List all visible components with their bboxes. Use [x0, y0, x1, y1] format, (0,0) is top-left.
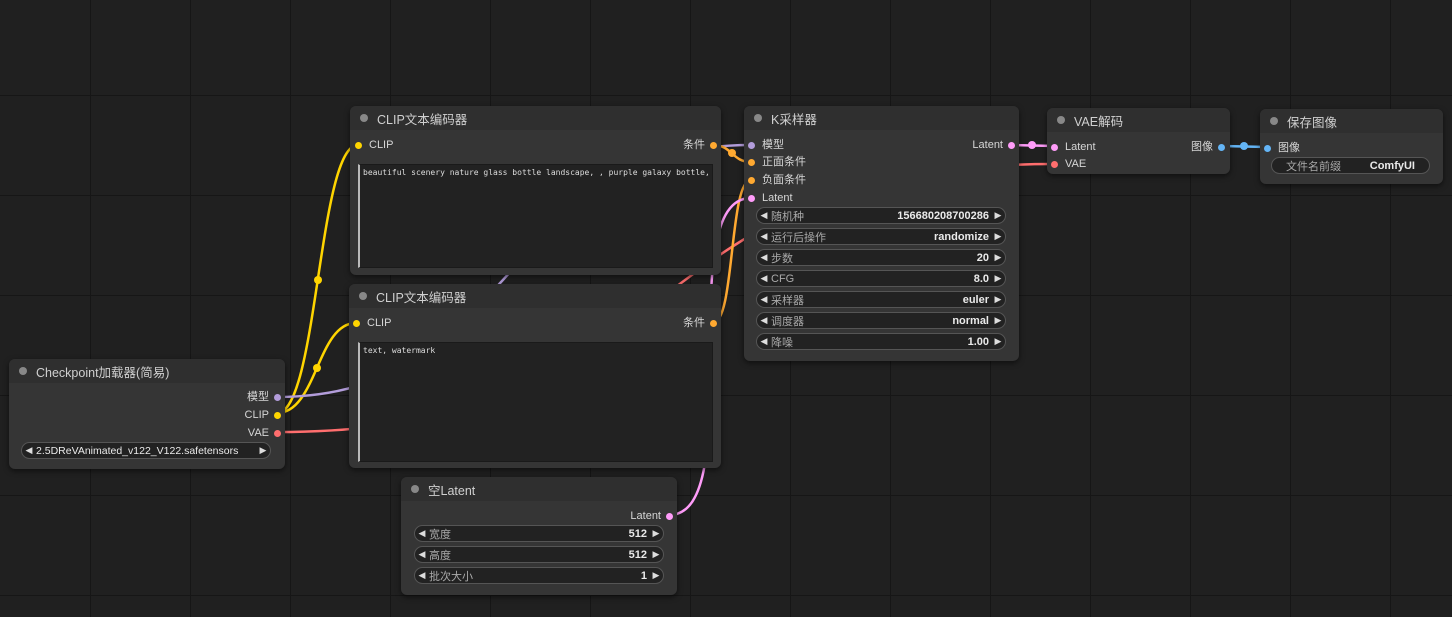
- sampler-widget[interactable]: ◀ 采样器 euler ▶: [756, 291, 1006, 308]
- node-header[interactable]: K采样器: [744, 106, 1019, 130]
- output-model[interactable]: 模型: [247, 391, 281, 403]
- slot-dot-icon[interactable]: [1051, 143, 1058, 151]
- arrow-left-icon[interactable]: ◀: [757, 294, 771, 305]
- output-vae[interactable]: VAE: [248, 427, 281, 439]
- collapse-dot-icon[interactable]: [19, 367, 27, 375]
- node-header[interactable]: Checkpoint加载器(简易): [9, 359, 285, 383]
- ckpt-name-combo[interactable]: ◀ 2.5DReVAnimated_v122_V122.safetensors …: [21, 442, 271, 459]
- control-after-generate-widget[interactable]: ◀ 运行后操作 randomize ▶: [756, 228, 1006, 245]
- output-latent[interactable]: Latent: [630, 510, 673, 522]
- collapse-dot-icon[interactable]: [1270, 117, 1278, 125]
- arrow-left-icon[interactable]: ◀: [415, 549, 429, 560]
- node-title: K采样器: [771, 112, 817, 127]
- node-header[interactable]: 空Latent: [401, 477, 677, 501]
- slot-dot-icon[interactable]: [274, 393, 281, 401]
- slot-dot-icon[interactable]: [355, 141, 362, 149]
- slot-dot-icon[interactable]: [748, 176, 755, 184]
- arrow-left-icon[interactable]: ◀: [757, 210, 771, 221]
- prompt-textarea[interactable]: text, watermark: [358, 342, 713, 462]
- clip-text-encode-positive-node[interactable]: CLIP文本编码器 CLIP 条件 beautiful scenery natu…: [350, 106, 721, 275]
- steps-widget[interactable]: ◀ 步数 20 ▶: [756, 249, 1006, 266]
- arrow-left-icon[interactable]: ◀: [757, 273, 771, 284]
- width-widget[interactable]: ◀ 宽度 512 ▶: [414, 525, 664, 542]
- arrow-right-icon[interactable]: ▶: [991, 336, 1005, 347]
- arrow-right-icon[interactable]: ▶: [991, 315, 1005, 326]
- checkpoint-loader-node[interactable]: Checkpoint加载器(简易) 模型 CLIP VAE ◀ 2.5DReVA…: [9, 359, 285, 469]
- slot-dot-icon[interactable]: [1008, 141, 1015, 149]
- empty-latent-node[interactable]: 空Latent Latent ◀ 宽度 512 ▶ ◀ 高度 512 ▶ ◀ 批…: [401, 477, 677, 595]
- output-conditioning[interactable]: 条件: [683, 317, 717, 329]
- arrow-right-icon[interactable]: ▶: [649, 549, 663, 560]
- arrow-right-icon[interactable]: ▶: [991, 210, 1005, 221]
- arrow-left-icon[interactable]: ◀: [757, 231, 771, 242]
- collapse-dot-icon[interactable]: [411, 485, 419, 493]
- slot-dot-icon[interactable]: [274, 411, 281, 419]
- slot-dot-icon[interactable]: [666, 512, 673, 520]
- slot-dot-icon[interactable]: [274, 429, 281, 437]
- collapse-dot-icon[interactable]: [1057, 116, 1065, 124]
- arrow-right-icon[interactable]: ▶: [991, 252, 1005, 263]
- slot-dot-icon[interactable]: [353, 319, 360, 327]
- slot-dot-icon[interactable]: [748, 158, 755, 166]
- ksampler-node[interactable]: K采样器 模型 正面条件 负面条件 Latent Latent ◀ 随机种 15…: [744, 106, 1019, 361]
- slot-dot-icon[interactable]: [1051, 160, 1058, 168]
- arrow-left-icon[interactable]: ◀: [757, 252, 771, 263]
- input-latent[interactable]: Latent: [748, 192, 793, 204]
- arrow-left-icon[interactable]: ◀: [22, 445, 36, 456]
- slot-dot-icon[interactable]: [748, 194, 755, 202]
- filename-prefix-widget[interactable]: 文件名前缀 ComfyUI: [1271, 157, 1430, 174]
- collapse-dot-icon[interactable]: [360, 114, 368, 122]
- arrow-right-icon[interactable]: ▶: [991, 231, 1005, 242]
- slot-dot-icon[interactable]: [710, 319, 717, 327]
- clip-text-encode-negative-node[interactable]: CLIP文本编码器 CLIP 条件 text, watermark: [349, 284, 721, 468]
- cfg-widget[interactable]: ◀ CFG 8.0 ▶: [756, 270, 1006, 287]
- node-links: [276, 141, 1268, 517]
- output-image[interactable]: 图像: [1191, 141, 1225, 153]
- vae-decode-node[interactable]: VAE解码 Latent VAE 图像: [1047, 108, 1230, 174]
- node-header[interactable]: CLIP文本编码器: [349, 284, 721, 308]
- input-negative[interactable]: 负面条件: [748, 174, 806, 186]
- arrow-right-icon[interactable]: ▶: [991, 294, 1005, 305]
- slot-dot-icon[interactable]: [1264, 144, 1271, 152]
- node-title: CLIP文本编码器: [376, 290, 467, 305]
- node-header[interactable]: 保存图像: [1260, 109, 1443, 133]
- slot-dot-icon[interactable]: [1218, 143, 1225, 151]
- output-conditioning[interactable]: 条件: [683, 139, 717, 151]
- collapse-dot-icon[interactable]: [359, 292, 367, 300]
- input-image[interactable]: 图像: [1264, 142, 1300, 154]
- node-title: 空Latent: [428, 483, 476, 498]
- height-widget[interactable]: ◀ 高度 512 ▶: [414, 546, 664, 563]
- arrow-left-icon[interactable]: ◀: [757, 336, 771, 347]
- collapse-dot-icon[interactable]: [754, 114, 762, 122]
- arrow-right-icon[interactable]: ▶: [256, 445, 270, 456]
- node-header[interactable]: CLIP文本编码器: [350, 106, 721, 130]
- node-title: 保存图像: [1287, 115, 1338, 130]
- arrow-right-icon[interactable]: ▶: [991, 273, 1005, 284]
- slot-dot-icon[interactable]: [710, 141, 717, 149]
- arrow-left-icon[interactable]: ◀: [415, 570, 429, 581]
- input-model[interactable]: 模型: [748, 139, 784, 151]
- input-latent[interactable]: Latent: [1051, 141, 1096, 153]
- denoise-widget[interactable]: ◀ 降噪 1.00 ▶: [756, 333, 1006, 350]
- arrow-right-icon[interactable]: ▶: [649, 528, 663, 539]
- input-positive[interactable]: 正面条件: [748, 156, 806, 168]
- output-clip[interactable]: CLIP: [245, 409, 281, 421]
- node-title: VAE解码: [1074, 114, 1124, 129]
- node-header[interactable]: VAE解码: [1047, 108, 1230, 132]
- input-vae[interactable]: VAE: [1051, 158, 1086, 170]
- node-title: CLIP文本编码器: [377, 112, 468, 127]
- arrow-right-icon[interactable]: ▶: [649, 570, 663, 581]
- node-title: Checkpoint加载器(简易): [36, 365, 170, 380]
- slot-dot-icon[interactable]: [748, 141, 755, 149]
- arrow-left-icon[interactable]: ◀: [415, 528, 429, 539]
- seed-widget[interactable]: ◀ 随机种 156680208700286 ▶: [756, 207, 1006, 224]
- scheduler-widget[interactable]: ◀ 调度器 normal ▶: [756, 312, 1006, 329]
- arrow-left-icon[interactable]: ◀: [757, 315, 771, 326]
- batch-size-widget[interactable]: ◀ 批次大小 1 ▶: [414, 567, 664, 584]
- save-image-node[interactable]: 保存图像 图像 文件名前缀 ComfyUI: [1260, 109, 1443, 184]
- output-latent[interactable]: Latent: [972, 139, 1015, 151]
- input-clip[interactable]: CLIP: [353, 317, 391, 329]
- prompt-textarea[interactable]: beautiful scenery nature glass bottle la…: [358, 164, 713, 268]
- input-clip[interactable]: CLIP: [355, 139, 393, 151]
